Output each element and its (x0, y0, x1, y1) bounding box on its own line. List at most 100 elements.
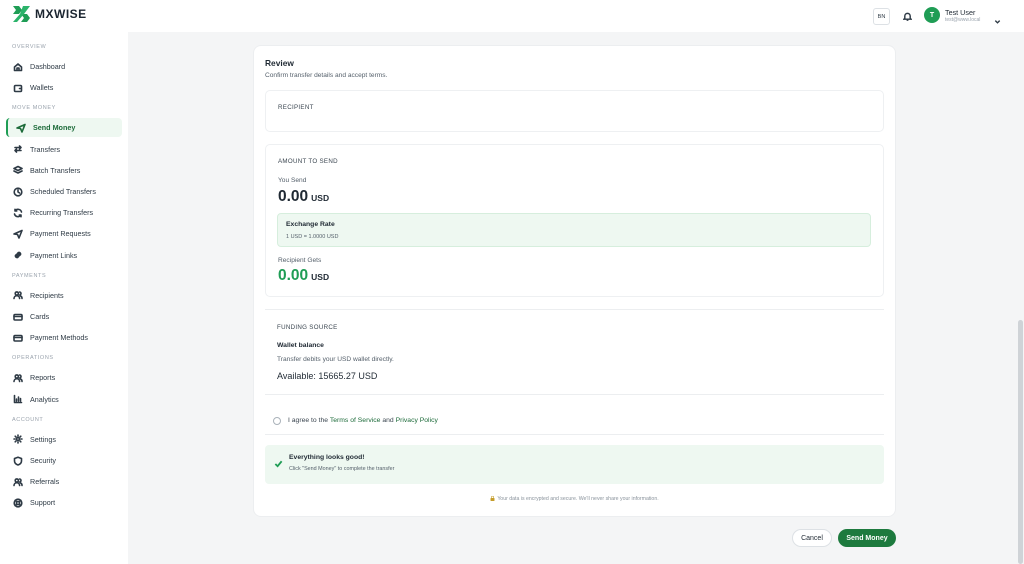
divider (265, 309, 884, 310)
sidebar-item-label: Transfers (30, 144, 61, 154)
sidebar-item-label: Settings (30, 434, 56, 444)
sidebar-item-wallets[interactable]: Wallets (6, 78, 122, 97)
send-icon (15, 122, 26, 133)
card-icon (12, 311, 23, 322)
sidebar-item-label: Analytics (30, 394, 59, 404)
you-send-value: 0.00 (278, 188, 309, 205)
users-icon (12, 290, 23, 301)
terms-of-service-link[interactable]: Terms of Service (330, 417, 381, 424)
top-header: BN T Test User test@www.local (128, 0, 1024, 32)
sidebar-item-label: Dashboard (30, 62, 66, 71)
sidebar-item-batch-transfers[interactable]: Batch Transfers (6, 161, 122, 180)
sidebar-item-support[interactable]: Support (6, 493, 122, 512)
sidebar-item-reports[interactable]: Reports (6, 368, 122, 387)
sidebar-item-referrals[interactable]: Referrals (6, 472, 122, 491)
sidebar-item-security[interactable]: Security (6, 451, 122, 470)
sidebar-section-label: OPERATIONS (12, 355, 54, 362)
sidebar-item-label: Payment Requests (30, 229, 91, 239)
sidebar-item-label: Payment Methods (30, 333, 88, 343)
recipient-section: RECIPIENT (265, 90, 884, 132)
sidebar-item-payment-links[interactable]: Payment Links (6, 246, 122, 265)
sidebar-item-cards[interactable]: Cards (6, 307, 122, 326)
cancel-button[interactable]: Cancel (792, 529, 832, 547)
user-email: test@www.local (945, 17, 981, 23)
sidebar-item-settings[interactable]: Settings (6, 430, 122, 449)
bar-chart-icon (12, 394, 23, 405)
you-send-currency: USD (311, 193, 330, 203)
sidebar-item-label: Scheduled Transfers (30, 187, 96, 196)
review-card: Review Confirm transfer details and acce… (254, 46, 895, 516)
check-icon (274, 455, 284, 468)
avatar[interactable]: T (924, 7, 940, 23)
sidebar-section-label: OVERVIEW (12, 44, 47, 50)
sidebar-item-payment-requests[interactable]: Payment Requests (6, 224, 122, 243)
exchange-rate-box: Exchange Rate 1 USD = 1.0000 USD (277, 213, 871, 247)
clock-icon (12, 186, 23, 197)
agree-terms-label[interactable]: I agree to the Terms of Service and Priv… (288, 417, 438, 424)
brand-name: MXWISE (35, 7, 87, 21)
recipient-gets-currency: USD (311, 272, 330, 282)
sidebar-item-label: Batch Transfers (30, 165, 81, 175)
transfer-arrows-icon (12, 144, 23, 155)
notifications-button[interactable] (900, 9, 914, 23)
sidebar-item-label: Send Money (33, 123, 76, 133)
sidebar-item-analytics[interactable]: Analytics (6, 390, 122, 409)
user-name: Test User (945, 8, 976, 17)
shield-icon (12, 455, 23, 466)
card-icon (12, 332, 23, 343)
refresh-icon (12, 207, 23, 218)
status-success-box: Everything looks good! Click "Send Money… (265, 445, 884, 484)
wallet-balance-desc: Transfer debits your USD wallet directly… (277, 356, 394, 363)
security-note-text: Your data is encrypted and secure. We'll… (497, 496, 659, 502)
chevron-down-icon (994, 20, 1001, 24)
send-money-button[interactable]: Send Money (838, 529, 896, 547)
sidebar-item-label: Wallets (30, 83, 54, 93)
funding-source-label: FUNDING SOURCE (277, 324, 338, 331)
amount-label: AMOUNT TO SEND (278, 158, 338, 165)
page-scrollbar[interactable] (1018, 320, 1023, 564)
user-menu-toggle[interactable] (994, 12, 1002, 24)
sidebar-section-label: MOVE MONEY (12, 105, 56, 112)
users-icon (12, 372, 23, 383)
divider (265, 394, 884, 395)
success-subtitle: Click "Send Money" to complete the trans… (289, 466, 395, 472)
page-title: Review (265, 58, 294, 68)
sidebar-item-dashboard[interactable]: Dashboard (6, 57, 122, 76)
sidebar-item-payment-methods[interactable]: Payment Methods (6, 328, 122, 347)
sidebar-item-label: Support (30, 498, 56, 508)
gear-icon (12, 434, 23, 445)
sidebar-item-label: Recipients (30, 290, 64, 300)
home-icon (12, 61, 23, 72)
sidebar: MXWISE OVERVIEW Dashboard Wallets MOVE MONE… (0, 0, 128, 564)
layers-icon (12, 165, 23, 176)
exchange-rate-title: Exchange Rate (286, 221, 335, 228)
recipient-label: RECIPIENT (278, 104, 314, 111)
agree-prefix: I agree to the (288, 417, 330, 424)
sidebar-section-label: PAYMENTS (12, 272, 47, 279)
security-note: Your data is encrypted and secure. We'll… (254, 495, 895, 502)
brand-logo[interactable]: MXWISE (13, 6, 87, 22)
send-icon (12, 228, 23, 239)
sidebar-section-label: ACCOUNT (12, 416, 44, 423)
sidebar-item-scheduled-transfers[interactable]: Scheduled Transfers (6, 182, 122, 201)
link-icon (12, 250, 23, 261)
sidebar-item-recipients[interactable]: Recipients (6, 286, 122, 305)
lock-icon (490, 495, 495, 502)
you-send-label: You Send (278, 177, 307, 184)
language-button[interactable]: BN (873, 8, 890, 25)
agree-terms-checkbox[interactable] (273, 417, 281, 425)
sidebar-item-label: Recurring Transfers (30, 208, 94, 218)
sidebar-item-transfers[interactable]: Transfers (6, 140, 122, 159)
divider (265, 434, 884, 435)
bell-icon (902, 12, 912, 21)
sidebar-item-send-money[interactable]: Send Money (6, 118, 122, 138)
recipient-gets-label: Recipient Gets (278, 257, 322, 264)
wallet-icon (12, 82, 23, 93)
agree-and: and (380, 417, 396, 424)
sidebar-item-label: Cards (30, 312, 50, 321)
sidebar-item-recurring-transfers[interactable]: Recurring Transfers (6, 203, 122, 222)
available-balance: Available: 15665.27 USD (277, 371, 378, 381)
privacy-policy-link[interactable]: Privacy Policy (396, 417, 438, 424)
you-send-amount: 0.00 USD (278, 188, 329, 206)
recipient-gets-value: 0.00 (278, 267, 309, 284)
